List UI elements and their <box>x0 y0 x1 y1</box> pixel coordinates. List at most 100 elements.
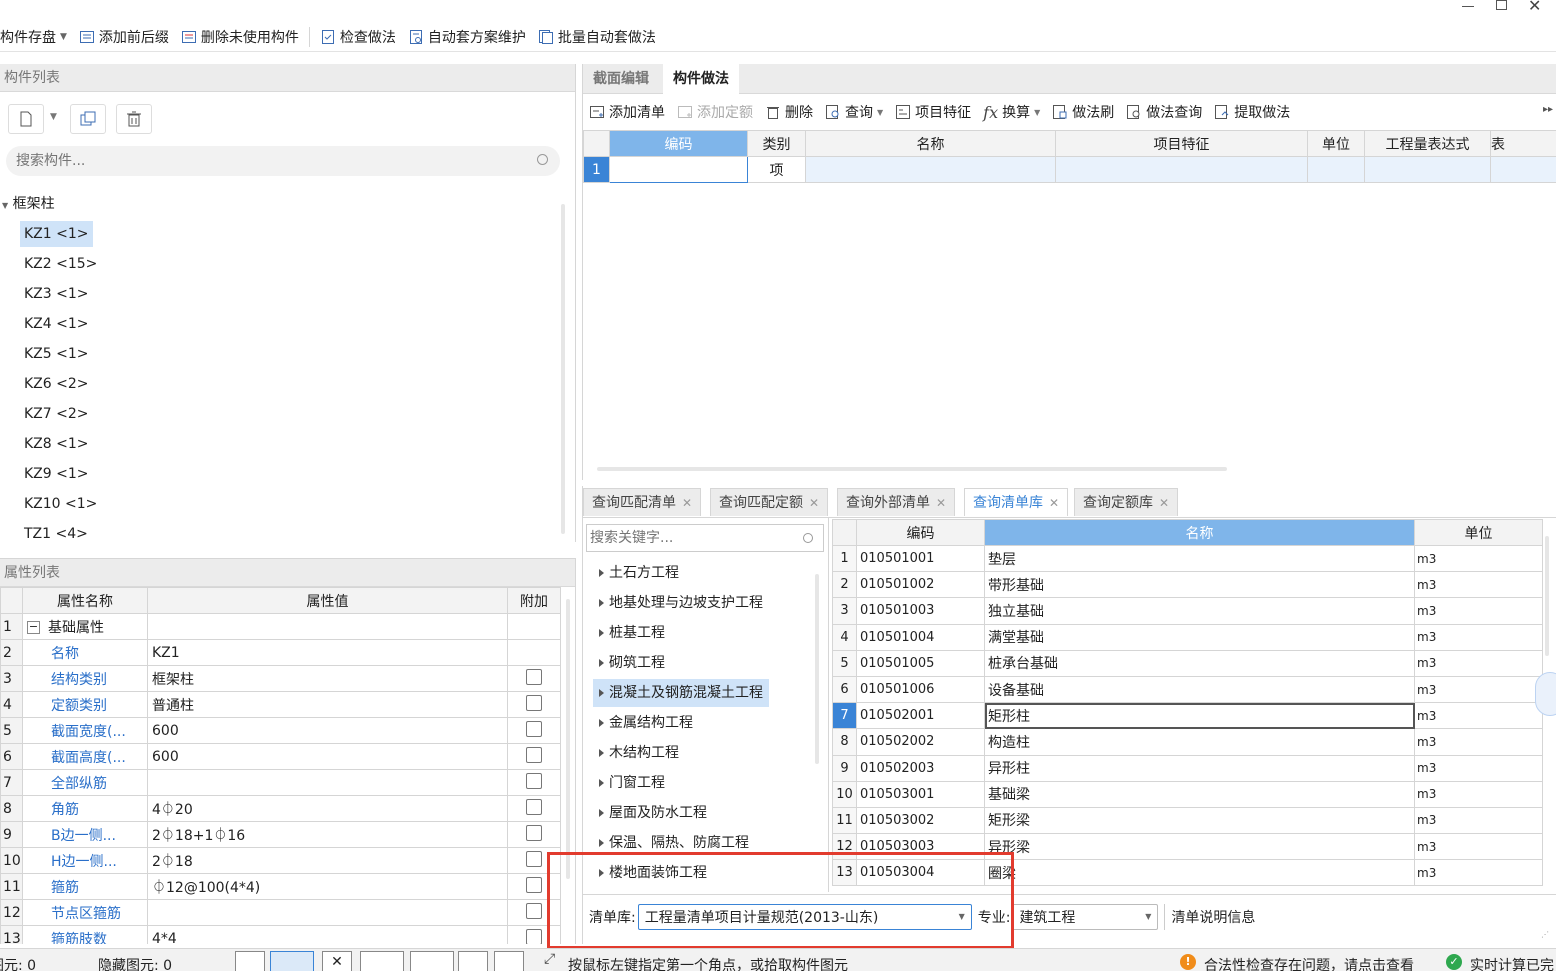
unit-cell[interactable] <box>1307 156 1365 183</box>
lib-name-cell[interactable]: 独立基础 <box>984 597 1415 625</box>
prop-name-cell[interactable]: B边一侧... <box>22 821 148 848</box>
component-item[interactable]: KZ5 <1> <box>20 341 93 367</box>
lib-name-cell[interactable]: 垫层 <box>984 544 1415 573</box>
category-item[interactable]: 木结构工程 <box>593 739 685 767</box>
table-row[interactable]: 11 箍筋 ⏀12@100(4*4) <box>0 873 561 900</box>
resize-grip-icon[interactable]: ⋰ <box>1541 930 1549 939</box>
component-search-box[interactable] <box>6 146 560 176</box>
lib-name-cell[interactable]: 构造柱 <box>984 728 1415 756</box>
prop-value-cell[interactable]: 2⏀18+1⏀16 <box>147 821 508 848</box>
category-item[interactable]: 桩基工程 <box>593 619 671 647</box>
search-icon[interactable] <box>537 154 548 165</box>
lib-unit-cell[interactable]: m3 <box>1414 806 1543 835</box>
scrollbar[interactable] <box>1545 536 1549 656</box>
expand-arrow-icon[interactable]: ▼ <box>2 201 8 210</box>
table-row[interactable]: 2 名称 KZ1 <box>0 639 561 666</box>
arc-tool-icon[interactable] <box>494 951 524 971</box>
lib-name-cell[interactable]: 带形基础 <box>984 571 1415 599</box>
lib-name-cell[interactable]: 桩承台基础 <box>984 649 1415 677</box>
collapse-icon[interactable]: − <box>27 621 40 634</box>
tab-bill-library[interactable]: 查询清单库 ✕ <box>964 488 1069 516</box>
table-row[interactable]: 1 010501001 垫层 m3 <box>832 544 1543 573</box>
category-item[interactable]: 砌筑工程 <box>593 649 671 677</box>
checkbox[interactable] <box>526 824 542 841</box>
prop-name-cell[interactable]: 定额类别 <box>22 691 148 718</box>
component-search-input[interactable] <box>16 151 516 171</box>
copy-component-icon[interactable] <box>70 104 106 134</box>
tab-external-bill[interactable]: 查询外部清单 ✕ <box>837 488 956 516</box>
lib-unit-cell[interactable]: m3 <box>1414 675 1543 704</box>
lib-unit-cell[interactable]: m3 <box>1414 833 1543 861</box>
table-row[interactable]: 6 010501006 设备基础 m3 <box>832 675 1543 704</box>
lib-name-cell[interactable]: 圈梁 <box>984 859 1415 887</box>
prop-extra-cell[interactable] <box>507 639 561 666</box>
check-method-button[interactable]: 检查做法 <box>314 23 402 51</box>
lib-unit-cell[interactable]: m3 <box>1414 754 1543 782</box>
category-item[interactable]: 土石方工程 <box>593 559 685 587</box>
table-row[interactable]: 12 节点区箍筋 <box>0 899 561 926</box>
lib-code-cell[interactable]: 010501006 <box>856 675 985 704</box>
checkbox[interactable] <box>526 746 542 763</box>
table-row[interactable]: 5 010501005 桩承台基础 m3 <box>832 649 1543 677</box>
lib-name-cell[interactable]: 设备基础 <box>984 675 1415 704</box>
tab-component-method[interactable]: 构件做法 <box>663 64 739 94</box>
prop-value-cell[interactable]: 4*4 <box>147 925 508 944</box>
table-row[interactable]: 4 定额类别 普通柱 <box>0 691 561 718</box>
expand-arrow-icon[interactable] <box>599 689 604 697</box>
trash-icon[interactable] <box>116 104 152 134</box>
table-row[interactable]: 9 B边一侧... 2⏀18+1⏀16 <box>0 821 561 848</box>
feature-cell[interactable] <box>1055 156 1308 183</box>
lib-unit-cell[interactable]: m3 <box>1414 728 1543 756</box>
bill-info-link[interactable]: 清单说明信息 <box>1171 907 1255 927</box>
prop-name-cell[interactable]: − 基础属性 <box>22 613 148 640</box>
checkbox[interactable] <box>526 668 542 685</box>
checkbox[interactable] <box>526 876 542 893</box>
method-query-button[interactable]: 做法查询 <box>1120 98 1208 126</box>
tab-quota-library[interactable]: 查询定额库 ✕ <box>1074 488 1179 516</box>
lib-code-cell[interactable]: 010502001 <box>856 702 985 730</box>
expression-cell[interactable] <box>1364 156 1491 183</box>
prop-value-cell[interactable] <box>147 613 508 640</box>
lib-code-cell[interactable]: 010501005 <box>856 649 985 677</box>
expand-arrow-icon[interactable] <box>599 839 604 847</box>
add-quota-button[interactable]: 添加定额 <box>671 98 759 126</box>
lib-code-cell[interactable]: 010503001 <box>856 780 985 808</box>
expand-arrow-icon[interactable] <box>599 599 604 607</box>
lib-name-cell[interactable]: 异形柱 <box>984 754 1415 782</box>
cross-select-icon[interactable]: ✕ <box>322 951 352 971</box>
prop-value-cell[interactable] <box>147 769 508 796</box>
prop-name-cell[interactable]: 全部纵筋 <box>22 769 148 796</box>
table-row[interactable]: 1− 基础属性 <box>0 613 561 640</box>
table-row[interactable]: 11 010503002 矩形梁 m3 <box>832 806 1543 835</box>
query-button[interactable]: 查询 ▼ <box>819 98 889 126</box>
prop-extra-cell[interactable] <box>507 613 561 640</box>
component-item[interactable]: KZ9 <1> <box>20 461 93 487</box>
checkbox[interactable] <box>526 798 542 815</box>
prop-name-cell[interactable]: 截面宽度(... <box>22 717 148 744</box>
chevron-down-icon[interactable]: ▼ <box>1034 108 1040 117</box>
prop-extra-cell[interactable] <box>507 795 561 822</box>
table-row[interactable]: 8 角筋 4⏀20 <box>0 795 561 822</box>
search-icon[interactable] <box>803 533 813 543</box>
lib-name-cell[interactable]: 矩形梁 <box>984 806 1415 835</box>
table-row[interactable]: 3 010501003 独立基础 m3 <box>832 597 1543 625</box>
checkbox[interactable] <box>526 694 542 711</box>
lib-code-cell[interactable]: 010502003 <box>856 754 985 782</box>
scrollbar[interactable] <box>561 204 565 534</box>
category-item[interactable]: 门窗工程 <box>593 769 671 797</box>
lib-code-cell[interactable]: 010502002 <box>856 728 985 756</box>
lib-unit-cell[interactable]: m3 <box>1414 780 1543 808</box>
lib-unit-cell[interactable]: m3 <box>1414 571 1543 599</box>
prop-value-cell[interactable]: 600 <box>147 743 508 770</box>
tab-match-bill[interactable]: 查询匹配清单 ✕ <box>583 488 702 516</box>
component-item[interactable]: KZ6 <2> <box>20 371 93 397</box>
category-item[interactable]: 屋面及防水工程 <box>593 799 713 827</box>
corner-tool-icon[interactable] <box>235 951 265 971</box>
checkbox[interactable] <box>526 772 542 789</box>
more-icon[interactable]: ▸▸ <box>1543 104 1553 115</box>
lib-name-cell[interactable]: 满堂基础 <box>984 623 1415 651</box>
category-item[interactable]: 混凝土及钢筋混凝土工程 <box>593 679 769 707</box>
close-icon[interactable]: ✕ <box>809 496 819 510</box>
prop-extra-cell[interactable] <box>507 769 561 796</box>
lib-unit-cell[interactable]: m3 <box>1414 597 1543 625</box>
